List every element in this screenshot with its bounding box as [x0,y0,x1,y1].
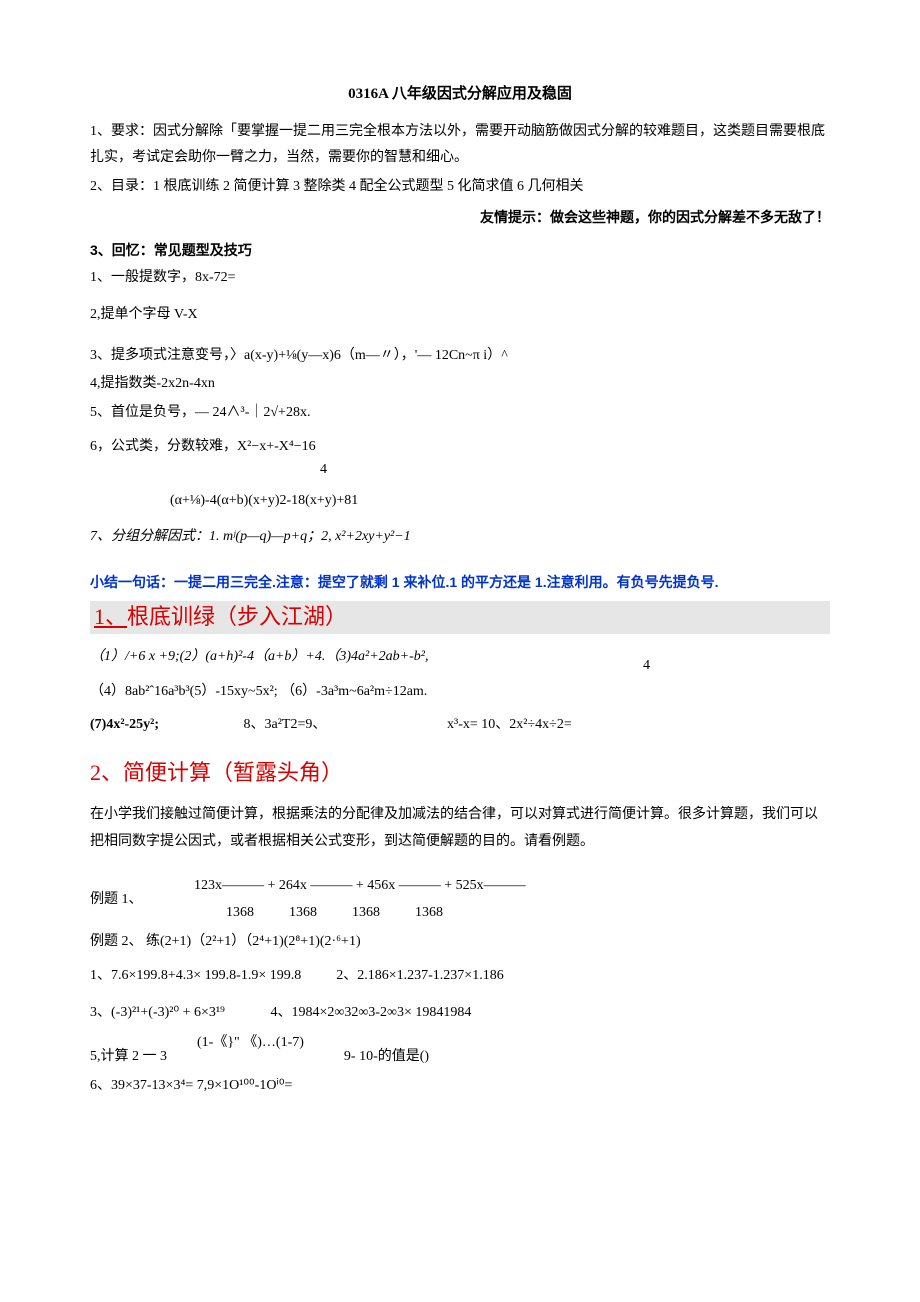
s1-l3-1: (7)4x²-25y²; [90,712,240,739]
section-2-header: 2、简便计算（暂露头角） [90,752,830,794]
recall-item-3: 3、提多项式注意变号，〉a(x-y)+⅛(y—x)6（m—〃），'— 12Cn~… [90,343,830,370]
s1-line1-right: 4 [643,653,650,680]
doc-title: 0316A 八年级因式分解应用及稳固 [90,80,830,109]
recall-item-6c: (α+⅛)-4(α+b)(x+y)2-18(x+y)+81 [90,488,830,515]
s1-line2: （4）8ab²ˆ16a³b³(5）-15xy~5x²; （6）-3a³m~6a²… [90,679,830,706]
s1-l3-2: 8、3a²T2=9、 [244,712,444,739]
section-1-title: 根底训绿（步入江湖） [127,604,347,629]
example-2: 例题 2、 练(2+1)（2²+1）（2⁴+1)(2⁸+1)(2·⁶+1) [90,929,830,956]
problem-5-top: (1-《}" 《)…(1-7) [107,1035,304,1050]
recall-header: 3、回忆：常见题型及技巧 [90,237,830,264]
s1-line1: （1）/+6 x +9;(2）(a+h)²-4（a+b）+4.（3)4a²+2a… [90,644,830,671]
intro-2: 2、目录：1 根底训练 2 简便计算 3 整除类 4 配全公式题型 5 化简求值… [90,174,830,201]
recall-item-3-text: 3、提多项式注意变号，〉a(x-y)+⅛(y—x)6（m—〃），'— 12Cn~… [90,348,508,363]
s1-l3-3: x³-x= 10、2x²÷4x÷2= [447,712,572,739]
section-2-intro: 在小学我们接触过简便计算，根据乘法的分配律及加减法的结合律，可以对算式进行简便计… [90,802,830,855]
recall-item-6b: 4 [90,457,830,484]
section-1-header: 1、根底训绿（步入江湖） [90,601,830,634]
recall-item-1: 1、一般提数字，8x-72= [90,265,830,292]
problem-5-end: 9- 10-的值是() [344,1044,429,1071]
summary-line: 小结一句话：一提二用三完全.注意：提空了就剩 1 来补位.1 的平方还是 1.注… [90,569,830,596]
problem-line-5: 5,计算 2 一 3 (1-《}" 《)…(1-7) 9- 10-的值是() [90,1044,830,1071]
recall-item-2: 2,提单个字母 V-X [90,302,830,329]
recall-item-7: 7、分组分解因式：1. mʲ(p—q)—p+q；2, x²+2xy+y²−1 [90,524,830,551]
s1-line3: (7)4x²-25y²; 8、3a²T2=9、 x³-x= 10、2x²÷4x÷… [90,712,830,739]
example-1-top: 123x——— + 264x ——— + 456x ——— + 525x——— [154,873,526,900]
example-1-label: 例题 1、 [90,887,150,914]
example-1-row: 例题 1、 123x——— + 264x ——— + 456x ——— + 52… [90,873,830,926]
problem-line-3-4: 3、(-3)²¹+(-3)²⁰ + 6×3¹⁹ 4、1984×2∞32∞3-2∞… [90,1000,830,1027]
friendly-tip: 友情提示：做会这些神题，你的因式分解差不多无敌了！ [90,204,830,231]
recall-item-7-text: 7、分组分解因式：1. mʲ(p—q)—p+q；2, x²+2xy+y²−1 [90,529,411,544]
example-1-bottom: 1368 1368 1368 1368 [154,900,526,927]
recall-item-5: 5、首位是负号，― 24∧³-｜2√+28x. [90,400,830,427]
problem-line-1-2: 1、7.6×199.8+4.3× 199.8-1.9× 199.8 2、2.18… [90,963,830,990]
intro-1: 1、要求：因式分解除「要掌握一提二用三完全根本方法以外，需要开动脑筋做因式分解的… [90,119,830,172]
problem-line-6: 6、39×37-13×3⁴= 7,9×1O¹⁰⁰-1Oⁱ⁰= [90,1073,830,1100]
section-1-num: 1、 [94,604,127,629]
recall-item-4: 4,提指数类-2x2n-4xn [90,371,830,398]
